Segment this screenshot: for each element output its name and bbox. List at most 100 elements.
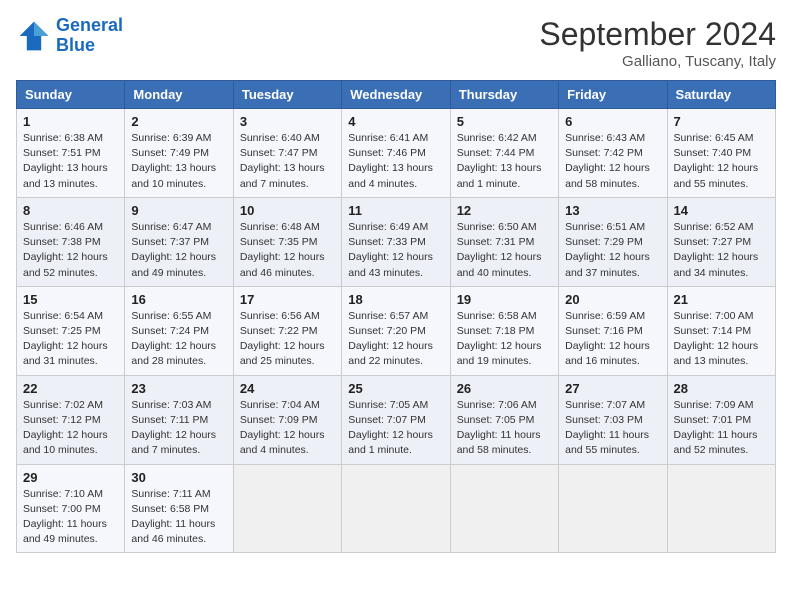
day-number: 17 [240, 292, 335, 307]
day-header-friday: Friday [559, 81, 667, 109]
calendar-week-row: 29 Sunrise: 7:10 AM Sunset: 7:00 PM Dayli… [17, 464, 776, 553]
day-number: 2 [131, 114, 226, 129]
logo: General Blue [16, 16, 123, 56]
day-info: Sunrise: 7:11 AM Sunset: 6:58 PM Dayligh… [131, 487, 226, 548]
day-number: 11 [348, 203, 443, 218]
day-number: 20 [565, 292, 660, 307]
day-info: Sunrise: 6:59 AM Sunset: 7:16 PM Dayligh… [565, 309, 660, 370]
day-number: 10 [240, 203, 335, 218]
calendar-cell: 20 Sunrise: 6:59 AM Sunset: 7:16 PM Dayli… [559, 286, 667, 375]
day-info: Sunrise: 6:58 AM Sunset: 7:18 PM Dayligh… [457, 309, 552, 370]
day-number: 14 [674, 203, 769, 218]
day-info: Sunrise: 6:51 AM Sunset: 7:29 PM Dayligh… [565, 220, 660, 281]
day-info: Sunrise: 7:06 AM Sunset: 7:05 PM Dayligh… [457, 398, 552, 459]
day-number: 9 [131, 203, 226, 218]
calendar-cell: 3 Sunrise: 6:40 AM Sunset: 7:47 PM Daylig… [233, 109, 341, 198]
day-header-saturday: Saturday [667, 81, 775, 109]
calendar-cell: 17Sunrise: 6:56 AM Sunset: 7:22 PM Dayli… [233, 286, 341, 375]
day-info: Sunrise: 6:55 AM Sunset: 7:24 PM Dayligh… [131, 309, 226, 370]
day-info: Sunrise: 7:00 AM Sunset: 7:14 PM Dayligh… [674, 309, 769, 370]
day-info: Sunrise: 6:41 AM Sunset: 7:46 PM Dayligh… [348, 131, 443, 192]
month-title: September 2024 [539, 16, 776, 53]
day-number: 29 [23, 470, 118, 485]
day-number: 27 [565, 381, 660, 396]
day-number: 5 [457, 114, 552, 129]
calendar-cell: 27 Sunrise: 7:07 AM Sunset: 7:03 PM Dayli… [559, 375, 667, 464]
calendar-cell: 29 Sunrise: 7:10 AM Sunset: 7:00 PM Dayli… [17, 464, 125, 553]
calendar-cell: 6 Sunrise: 6:43 AM Sunset: 7:42 PM Daylig… [559, 109, 667, 198]
day-info: Sunrise: 6:52 AM Sunset: 7:27 PM Dayligh… [674, 220, 769, 281]
day-info: Sunrise: 7:03 AM Sunset: 7:11 PM Dayligh… [131, 398, 226, 459]
day-header-thursday: Thursday [450, 81, 558, 109]
page-header: General Blue September 2024 Galliano, Tu… [16, 16, 776, 70]
calendar-cell: 2 Sunrise: 6:39 AM Sunset: 7:49 PM Daylig… [125, 109, 233, 198]
logo-text: General Blue [56, 16, 123, 56]
calendar-week-row: 15 Sunrise: 6:54 AM Sunset: 7:25 PM Dayli… [17, 286, 776, 375]
day-number: 30 [131, 470, 226, 485]
calendar-cell: 14 Sunrise: 6:52 AM Sunset: 7:27 PM Dayli… [667, 197, 775, 286]
calendar-cell: 25Sunrise: 7:05 AM Sunset: 7:07 PM Dayli… [342, 375, 450, 464]
title-block: September 2024 Galliano, Tuscany, Italy [539, 16, 776, 70]
day-header-wednesday: Wednesday [342, 81, 450, 109]
day-number: 13 [565, 203, 660, 218]
calendar-cell: 18Sunrise: 6:57 AM Sunset: 7:20 PM Dayli… [342, 286, 450, 375]
calendar-cell: 5 Sunrise: 6:42 AM Sunset: 7:44 PM Daylig… [450, 109, 558, 198]
day-info: Sunrise: 6:48 AM Sunset: 7:35 PM Dayligh… [240, 220, 335, 281]
calendar-cell: 21 Sunrise: 7:00 AM Sunset: 7:14 PM Dayli… [667, 286, 775, 375]
calendar-cell: 28Sunrise: 7:09 AM Sunset: 7:01 PM Dayli… [667, 375, 775, 464]
day-number: 12 [457, 203, 552, 218]
day-number: 6 [565, 114, 660, 129]
day-number: 26 [457, 381, 552, 396]
day-number: 1 [23, 114, 118, 129]
calendar-cell: 4Sunrise: 6:41 AM Sunset: 7:46 PM Daylig… [342, 109, 450, 198]
day-info: Sunrise: 6:47 AM Sunset: 7:37 PM Dayligh… [131, 220, 226, 281]
day-info: Sunrise: 6:46 AM Sunset: 7:38 PM Dayligh… [23, 220, 118, 281]
day-number: 19 [457, 292, 552, 307]
day-info: Sunrise: 6:57 AM Sunset: 7:20 PM Dayligh… [348, 309, 443, 370]
calendar-week-row: 22 Sunrise: 7:02 AM Sunset: 7:12 PM Dayli… [17, 375, 776, 464]
calendar-cell: 9 Sunrise: 6:47 AM Sunset: 7:37 PM Daylig… [125, 197, 233, 286]
day-info: Sunrise: 6:39 AM Sunset: 7:49 PM Dayligh… [131, 131, 226, 192]
calendar-week-row: 1 Sunrise: 6:38 AM Sunset: 7:51 PM Daylig… [17, 109, 776, 198]
day-info: Sunrise: 7:07 AM Sunset: 7:03 PM Dayligh… [565, 398, 660, 459]
day-info: Sunrise: 7:04 AM Sunset: 7:09 PM Dayligh… [240, 398, 335, 459]
day-number: 7 [674, 114, 769, 129]
day-header-tuesday: Tuesday [233, 81, 341, 109]
calendar-cell [559, 464, 667, 553]
day-info: Sunrise: 7:02 AM Sunset: 7:12 PM Dayligh… [23, 398, 118, 459]
calendar-cell [667, 464, 775, 553]
day-number: 16 [131, 292, 226, 307]
calendar-cell: 19 Sunrise: 6:58 AM Sunset: 7:18 PM Dayli… [450, 286, 558, 375]
day-info: Sunrise: 6:49 AM Sunset: 7:33 PM Dayligh… [348, 220, 443, 281]
day-number: 28 [674, 381, 769, 396]
day-info: Sunrise: 6:42 AM Sunset: 7:44 PM Dayligh… [457, 131, 552, 192]
day-number: 22 [23, 381, 118, 396]
day-header-sunday: Sunday [17, 81, 125, 109]
location: Galliano, Tuscany, Italy [539, 53, 776, 70]
calendar-table: SundayMondayTuesdayWednesdayThursdayFrid… [16, 80, 776, 553]
day-number: 15 [23, 292, 118, 307]
calendar-week-row: 8 Sunrise: 6:46 AM Sunset: 7:38 PM Daylig… [17, 197, 776, 286]
day-number: 8 [23, 203, 118, 218]
calendar-cell: 26 Sunrise: 7:06 AM Sunset: 7:05 PM Dayli… [450, 375, 558, 464]
logo-icon [16, 18, 52, 54]
calendar-cell [450, 464, 558, 553]
calendar-cell: 30 Sunrise: 7:11 AM Sunset: 6:58 PM Dayli… [125, 464, 233, 553]
day-info: Sunrise: 6:43 AM Sunset: 7:42 PM Dayligh… [565, 131, 660, 192]
calendar-cell: 22 Sunrise: 7:02 AM Sunset: 7:12 PM Dayli… [17, 375, 125, 464]
day-number: 21 [674, 292, 769, 307]
calendar-cell: 8 Sunrise: 6:46 AM Sunset: 7:38 PM Daylig… [17, 197, 125, 286]
day-info: Sunrise: 6:54 AM Sunset: 7:25 PM Dayligh… [23, 309, 118, 370]
calendar-cell: 23 Sunrise: 7:03 AM Sunset: 7:11 PM Dayli… [125, 375, 233, 464]
calendar-cell: 16 Sunrise: 6:55 AM Sunset: 7:24 PM Dayli… [125, 286, 233, 375]
calendar-cell: 1 Sunrise: 6:38 AM Sunset: 7:51 PM Daylig… [17, 109, 125, 198]
day-info: Sunrise: 7:10 AM Sunset: 7:00 PM Dayligh… [23, 487, 118, 548]
day-info: Sunrise: 6:38 AM Sunset: 7:51 PM Dayligh… [23, 131, 118, 192]
day-info: Sunrise: 6:50 AM Sunset: 7:31 PM Dayligh… [457, 220, 552, 281]
day-info: Sunrise: 6:40 AM Sunset: 7:47 PM Dayligh… [240, 131, 335, 192]
day-number: 23 [131, 381, 226, 396]
day-info: Sunrise: 6:45 AM Sunset: 7:40 PM Dayligh… [674, 131, 769, 192]
day-number: 3 [240, 114, 335, 129]
day-number: 25 [348, 381, 443, 396]
calendar-cell: 12 Sunrise: 6:50 AM Sunset: 7:31 PM Dayli… [450, 197, 558, 286]
